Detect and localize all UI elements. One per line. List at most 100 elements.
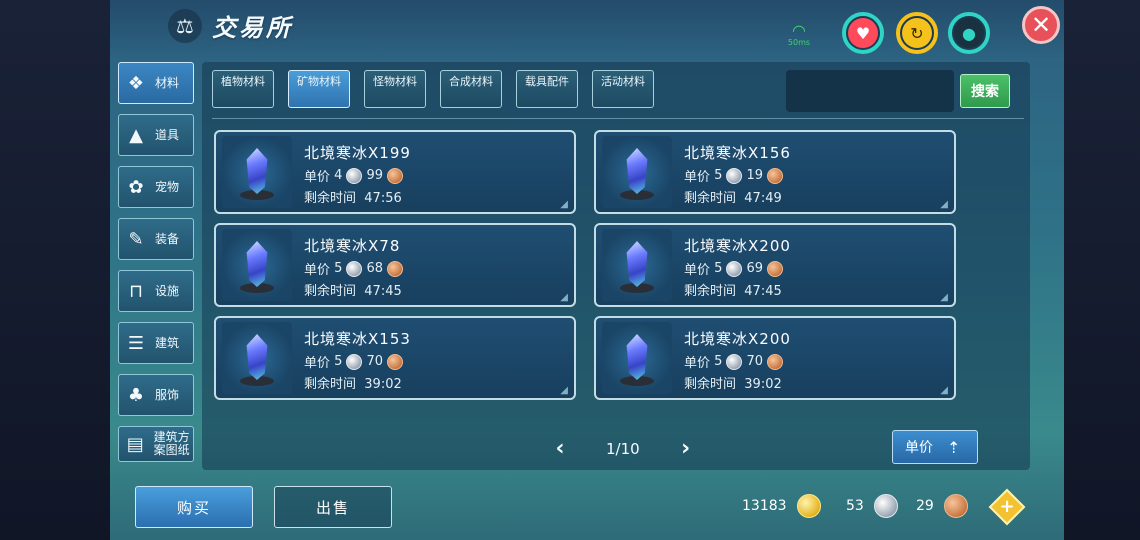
item-time: 剩余时间 47:49: [684, 187, 782, 206]
item-name: 北境寒冰X200: [684, 237, 791, 255]
corner-mark-icon: ◢: [940, 199, 948, 210]
silver-amount: 53: [846, 498, 864, 514]
sidebar-item-equipment[interactable]: ✎ 装备: [118, 218, 194, 260]
tab-monster-materials[interactable]: 怪物材料: [364, 70, 426, 108]
gold-amount: 13183: [742, 498, 787, 514]
time-value: 47:56: [364, 191, 402, 206]
tab-plant-materials[interactable]: 植物材料: [212, 70, 274, 108]
price-silver: 5: [334, 261, 343, 276]
ice-crystal-icon: [626, 241, 648, 287]
sort-label: 单价: [905, 440, 933, 456]
item-time: 剩余时间 47:45: [304, 280, 402, 299]
copper-coin-icon: [386, 167, 403, 184]
sidebar-item-label: 宠物: [155, 179, 180, 194]
sidebar-item-blueprints[interactable]: ▤ 建筑方案图纸: [118, 426, 194, 462]
price-label: 单价: [684, 170, 711, 185]
silver-coin-icon: [726, 353, 743, 370]
time-label: 剩余时间: [684, 377, 737, 392]
price-silver: 5: [334, 354, 343, 369]
copper-coin-icon: [943, 494, 968, 518]
price-copper: 70: [366, 354, 383, 369]
corner-mark-icon: ◢: [940, 292, 948, 303]
item-thumbnail: [222, 136, 292, 208]
copper-balance: 29: [916, 494, 972, 518]
time-value: 39:02: [744, 377, 782, 392]
plus-icon: +: [999, 496, 1015, 517]
ice-crystal-icon: [626, 334, 648, 380]
time-value: 47:45: [744, 284, 782, 299]
page-indicator: 1/10: [606, 439, 640, 458]
item-time: 剩余时间 47:45: [684, 280, 782, 299]
chevron-right-icon: ›: [681, 436, 691, 461]
copper-coin-icon: [766, 167, 783, 184]
price-copper: 19: [746, 168, 763, 183]
exchange-panel: ⚖ 交易所 ◠ 50ms ♥ ↻ ● ✕ ❖ 材料 ▲ 道具 ✿ 宠物 ✎ 装备…: [110, 0, 1064, 540]
ice-crystal-icon: [246, 148, 268, 194]
sidebar-item-facilities[interactable]: ⊓ 设施: [118, 270, 194, 312]
close-button[interactable]: ✕: [1022, 6, 1060, 44]
listing-card[interactable]: 北境寒冰X199 单价 4 99 剩余时间 47:56 ◢: [214, 130, 576, 214]
sidebar-item-pets[interactable]: ✿ 宠物: [118, 166, 194, 208]
corner-mark-icon: ◢: [940, 385, 948, 396]
listing-area: 植物材料 矿物材料 怪物材料 合成材料 载具配件 活动材料 搜索 北境寒冰X19…: [202, 62, 1030, 470]
tab-mineral-materials[interactable]: 矿物材料: [288, 70, 350, 108]
next-page-button[interactable]: ›: [674, 436, 698, 461]
item-name: 北境寒冰X153: [304, 330, 411, 348]
drop-icon[interactable]: ●: [948, 12, 990, 54]
sell-button[interactable]: 出售: [274, 486, 392, 528]
divider: [212, 118, 1024, 119]
sidebar-item-clothing[interactable]: ♣ 服饰: [118, 374, 194, 416]
corner-mark-icon: ◢: [560, 385, 568, 396]
item-name: 北境寒冰X78: [304, 237, 401, 255]
tab-synthetic-materials[interactable]: 合成材料: [440, 70, 502, 108]
price-label: 单价: [684, 356, 711, 371]
sidebar-item-label: 道具: [155, 127, 180, 142]
item-time: 剩余时间 47:56: [304, 187, 402, 206]
item-name: 北境寒冰X199: [304, 144, 411, 162]
listing-card[interactable]: 北境寒冰X200 单价 5 69 剩余时间 47:45 ◢: [594, 223, 956, 307]
search-button[interactable]: 搜索: [960, 74, 1010, 108]
silver-coin-icon: [346, 260, 363, 277]
copper-coin-icon: [766, 353, 783, 370]
material-tabs: 植物材料 矿物材料 怪物材料 合成材料 载具配件 活动材料: [212, 70, 668, 108]
listing-card[interactable]: 北境寒冰X78 单价 5 68 剩余时间 47:45 ◢: [214, 223, 576, 307]
sort-icon: ⇡: [947, 437, 961, 457]
listing-card[interactable]: 北境寒冰X153 单价 5 70 剩余时间 39:02 ◢: [214, 316, 576, 400]
tab-event-materials[interactable]: 活动材料: [592, 70, 654, 108]
price-label: 单价: [304, 170, 331, 185]
arrow-icon[interactable]: ↻: [896, 12, 938, 54]
scale-icon: ⚖: [168, 8, 202, 43]
copper-amount: 29: [916, 498, 934, 514]
listing-card[interactable]: 北境寒冰X200 单价 5 70 剩余时间 39:02 ◢: [594, 316, 956, 400]
sidebar-item-items[interactable]: ▲ 道具: [118, 114, 194, 156]
building-icon: ☰: [127, 332, 145, 354]
sidebar-item-label: 建筑方案图纸: [153, 430, 190, 457]
price-silver: 5: [714, 354, 723, 369]
silver-coin-icon: [726, 167, 743, 184]
item-thumbnail: [222, 322, 292, 394]
clothing-icon: ♣: [127, 384, 145, 406]
item-thumbnail: [602, 322, 672, 394]
search-input[interactable]: [786, 70, 954, 112]
silver-coin-icon: [726, 260, 743, 277]
tab-vehicle-parts[interactable]: 载具配件: [516, 70, 578, 108]
wifi-icon: ◠ 50ms: [782, 23, 816, 54]
blueprint-icon: ▤: [126, 433, 144, 455]
price-label: 单价: [684, 263, 711, 278]
page-title: 交易所: [212, 14, 293, 42]
listing-card[interactable]: 北境寒冰X156 单价 5 19 剩余时间 47:49 ◢: [594, 130, 956, 214]
heart-icon[interactable]: ♥: [842, 12, 884, 54]
price-copper: 69: [746, 261, 763, 276]
sidebar-item-label: 设施: [155, 283, 180, 298]
buy-button[interactable]: 购买: [135, 486, 253, 528]
sidebar-item-materials[interactable]: ❖ 材料: [118, 62, 194, 104]
category-sidebar: ❖ 材料 ▲ 道具 ✿ 宠物 ✎ 装备 ⊓ 设施 ☰ 建筑 ♣ 服饰 ▤ 建筑方: [118, 62, 194, 472]
price-silver: 5: [714, 168, 723, 183]
price-silver: 5: [714, 261, 723, 276]
sidebar-item-buildings[interactable]: ☰ 建筑: [118, 322, 194, 364]
prev-page-button[interactable]: ‹: [548, 436, 572, 461]
item-price: 单价 4 99: [304, 166, 407, 185]
sort-by-price-button[interactable]: 单价 ⇡: [892, 430, 978, 464]
ice-crystal-icon: [246, 241, 268, 287]
add-currency-button[interactable]: +: [988, 488, 1026, 526]
